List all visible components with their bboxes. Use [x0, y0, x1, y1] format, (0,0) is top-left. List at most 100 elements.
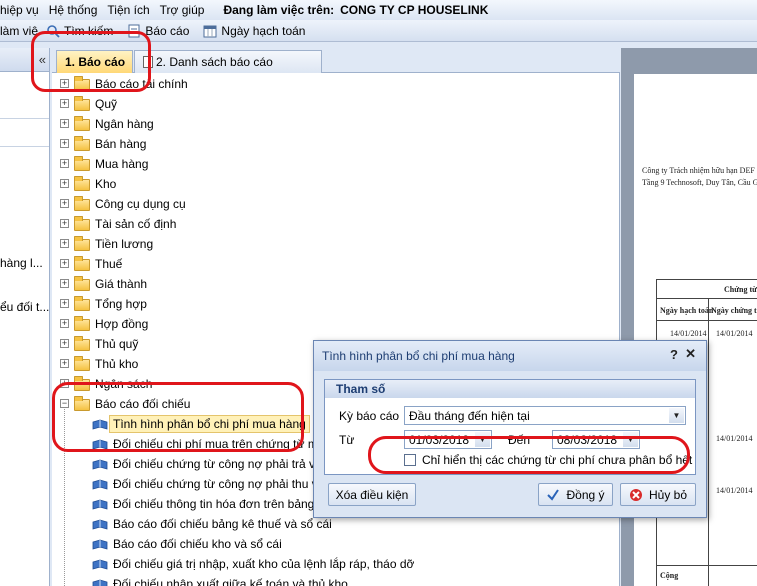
expand-icon[interactable]: +	[60, 299, 69, 308]
tree-folder-label: Hợp đồng	[95, 317, 149, 331]
expand-icon[interactable]: +	[60, 319, 69, 328]
folder-icon	[74, 116, 90, 131]
folder-icon	[74, 256, 90, 271]
toolbar-workspace-button[interactable]: làm việ	[0, 24, 38, 38]
expand-icon[interactable]: +	[60, 179, 69, 188]
left-panel-item[interactable]: ểu đối t...	[0, 300, 49, 314]
help-icon[interactable]: ?	[670, 347, 678, 362]
parameters-group-header: Tham số	[325, 380, 695, 398]
unallocated-only-checkbox[interactable]	[404, 454, 416, 466]
chevron-down-icon[interactable]: ▼	[475, 432, 490, 447]
toolbar-workspace-label: làm việ	[0, 23, 39, 38]
folder-icon	[74, 196, 90, 211]
to-date-picker[interactable]: 08/03/2018 ▼	[552, 430, 640, 449]
collapse-icon[interactable]: −	[60, 399, 69, 408]
dialog-title-bar: Tình hình phân bổ chi phí mua hàng ? ✕	[314, 341, 706, 371]
tree-folder-label: Báo cáo tài chính	[95, 77, 188, 91]
preview-row-date: 14/01/2014	[716, 329, 753, 338]
expand-icon[interactable]: +	[60, 279, 69, 288]
cancel-button[interactable]: Hủy bỏ	[620, 483, 696, 506]
tree-folder-label: Ngân hàng	[95, 117, 154, 131]
expand-icon[interactable]: +	[60, 99, 69, 108]
folder-icon	[74, 156, 90, 171]
report-book-icon	[92, 579, 108, 586]
chevron-down-icon[interactable]: ▼	[623, 432, 638, 447]
tree-folder-label: Quỹ	[95, 97, 118, 111]
menu-bar: hiệp vụ Hệ thống Tiện ích Trợ giúp Đang …	[0, 0, 757, 20]
expand-icon[interactable]: +	[60, 359, 69, 368]
tree-report-item[interactable]: Đối chiếu nhập xuất giữa kế toán và thủ …	[52, 574, 612, 586]
menu-item-tro-giup[interactable]: Trợ giúp	[155, 3, 210, 17]
expand-icon[interactable]: +	[60, 159, 69, 168]
toolbar-posting-date-label: Ngày hạch toán	[221, 23, 306, 38]
tree-folder-label: Ngân sách	[95, 377, 153, 391]
expand-icon[interactable]: +	[60, 119, 69, 128]
menu-item-tien-ich[interactable]: Tiện ích	[102, 3, 154, 17]
to-date-label: Đến	[508, 433, 531, 447]
tree-folder-node[interactable]: + Tổng hợp	[52, 294, 612, 314]
toolbar-posting-date-button[interactable]: Ngày hạch toán	[203, 24, 305, 38]
tab-bao-cao[interactable]: 1. Báo cáo	[56, 50, 133, 73]
tree-folder-node[interactable]: + Bán hàng	[52, 134, 612, 154]
tree-folder-label: Thủ kho	[95, 357, 139, 371]
folder-icon	[74, 276, 90, 291]
tree-folder-node[interactable]: + Giá thành	[52, 274, 612, 294]
tree-folder-node[interactable]: + Thuế	[52, 254, 612, 274]
report-book-icon	[92, 539, 108, 550]
clear-conditions-button[interactable]: Xóa điều kiện	[328, 483, 416, 506]
toolbar-report-button[interactable]: Báo cáo	[127, 24, 189, 38]
tree-folder-node[interactable]: + Kho	[52, 174, 612, 194]
preview-total-label: Cộng	[660, 571, 679, 580]
tree-report-item[interactable]: Đối chiếu giá trị nhập, xuất kho của lện…	[52, 554, 612, 574]
divider	[0, 118, 49, 119]
from-date-picker[interactable]: 01/03/2018 ▼	[404, 430, 492, 449]
tree-folder-node[interactable]: + Báo cáo tài chính	[52, 74, 612, 94]
tree-folder-node[interactable]: + Hợp đồng	[52, 314, 612, 334]
expand-icon[interactable]: +	[60, 219, 69, 228]
tree-folder-node[interactable]: + Quỹ	[52, 94, 612, 114]
parameters-group: Tham số Kỳ báo cáo Đầu tháng đến hiện tạ…	[324, 379, 696, 475]
expand-icon[interactable]: +	[60, 339, 69, 348]
collapse-panel-icon[interactable]: «	[39, 52, 46, 67]
tree-folder-node[interactable]: + Mua hàng	[52, 154, 612, 174]
report-period-select[interactable]: Đầu tháng đến hiện tại ▼	[404, 406, 686, 425]
chevron-down-icon[interactable]: ▼	[669, 408, 684, 423]
tree-folder-label: Giá thành	[95, 277, 148, 291]
close-icon[interactable]: ✕	[685, 346, 696, 362]
tree-folder-node[interactable]: + Tài sản cố định	[52, 214, 612, 234]
cancel-icon	[629, 488, 642, 501]
tab-danh-sach-label: 2. Danh sách báo cáo	[156, 55, 273, 69]
toolbar-search-button[interactable]: Tìm kiếm	[46, 24, 113, 38]
tree-folder-node[interactable]: + Công cụ dụng cụ	[52, 194, 612, 214]
expand-icon[interactable]: +	[60, 79, 69, 88]
expand-icon[interactable]: +	[60, 199, 69, 208]
ok-button-label: Đồng ý	[566, 487, 605, 502]
menu-item-nghiep-vu[interactable]: hiệp vụ	[0, 3, 44, 17]
tree-report-item[interactable]: Báo cáo đối chiếu kho và sổ cái	[52, 534, 612, 554]
preview-row-date: 14/01/2014	[716, 434, 753, 443]
left-panel-header: «	[0, 48, 49, 72]
preview-col-document-date: Ngày chứng từ	[711, 306, 757, 315]
preview-column-group: Chứng từ c	[724, 285, 757, 294]
ok-button[interactable]: Đồng ý	[538, 483, 613, 506]
tab-danh-sach-bao-cao[interactable]: 2. Danh sách báo cáo	[134, 50, 322, 73]
tree-folder-label: Kho	[95, 177, 117, 191]
unallocated-only-label[interactable]: Chỉ hiển thị các chứng từ chi phí chưa p…	[422, 453, 692, 467]
tree-folder-label: Tài sản cố định	[95, 217, 177, 231]
tree-report-label: Báo cáo đối chiếu kho và sổ cái	[113, 537, 282, 551]
preview-row-date: 14/01/2014	[716, 486, 753, 495]
report-book-icon	[92, 479, 108, 490]
toolbar-report-label: Báo cáo	[145, 23, 190, 38]
expand-icon[interactable]: +	[60, 239, 69, 248]
tree-folder-node[interactable]: + Ngân hàng	[52, 114, 612, 134]
expand-icon[interactable]: +	[60, 379, 69, 388]
left-panel-item[interactable]: hàng l...	[0, 256, 43, 270]
menu-item-he-thong[interactable]: Hệ thống	[44, 3, 103, 17]
folder-icon	[74, 96, 90, 111]
folder-icon	[74, 76, 90, 91]
tree-folder-node[interactable]: + Tiền lương	[52, 234, 612, 254]
expand-icon[interactable]: +	[60, 259, 69, 268]
checkmark-icon	[547, 488, 560, 501]
expand-icon[interactable]: +	[60, 139, 69, 148]
folder-icon	[74, 236, 90, 251]
